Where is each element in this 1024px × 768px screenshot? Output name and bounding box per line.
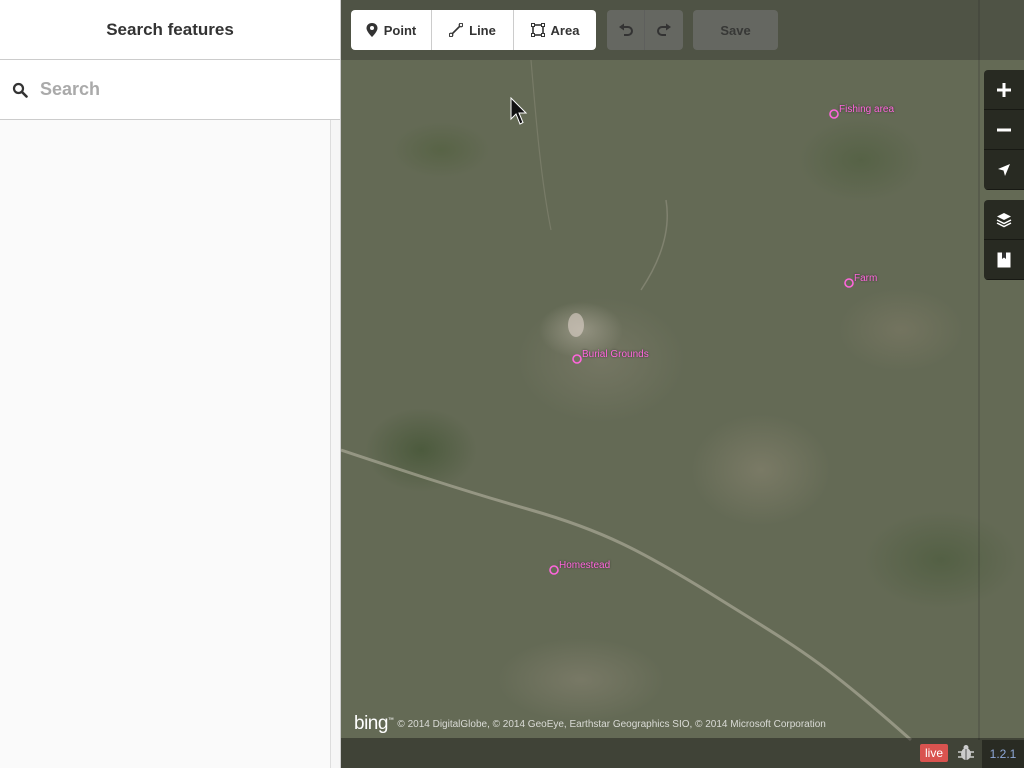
map-controls xyxy=(984,70,1024,290)
add-point-button[interactable]: Point xyxy=(351,10,432,50)
search-input[interactable] xyxy=(40,79,320,100)
mode-buttons: Point Line Area xyxy=(351,10,596,50)
feature-homestead[interactable]: Homestead xyxy=(548,560,610,581)
geolocate-button[interactable] xyxy=(984,150,1024,190)
area-icon xyxy=(530,23,545,37)
geolocate-icon xyxy=(998,163,1010,176)
sidebar-header: Search features xyxy=(0,0,340,60)
feature-label: Fishing area xyxy=(839,104,895,115)
zoom-out-button[interactable] xyxy=(984,110,1024,150)
feature-label: Farm xyxy=(854,273,878,284)
add-area-label: Area xyxy=(550,22,580,38)
undo-button[interactable] xyxy=(607,10,645,50)
bug-icon[interactable] xyxy=(957,744,975,762)
add-line-button[interactable]: Line xyxy=(432,10,514,50)
save-button[interactable]: Save xyxy=(693,10,778,50)
search-row xyxy=(0,60,340,120)
redo-button[interactable] xyxy=(645,10,683,50)
map-data-button[interactable] xyxy=(984,240,1024,280)
top-toolbar: Point Line Area Save xyxy=(341,0,1024,60)
line-icon xyxy=(449,23,464,37)
mouse-cursor-icon xyxy=(510,97,528,125)
feature-burial-grounds[interactable]: Burial Grounds xyxy=(571,349,649,370)
background-layers-button[interactable] xyxy=(984,200,1024,240)
add-point-label: Point xyxy=(383,22,417,38)
map-data-icon xyxy=(997,252,1011,267)
feature-label: Burial Grounds xyxy=(582,349,649,360)
redo-icon xyxy=(657,23,671,36)
search-icon xyxy=(12,82,28,98)
zoom-controls xyxy=(984,70,1024,190)
feature-sidebar: Search features xyxy=(0,0,341,768)
feature-label: Homestead xyxy=(559,560,611,571)
zoom-in-icon xyxy=(997,82,1011,97)
version-label[interactable]: 1.2.1 xyxy=(982,740,1024,768)
feature-farm[interactable]: Farm xyxy=(843,273,877,294)
map-canvas[interactable]: Fishing area Farm Burial Grounds Homeste… xyxy=(341,0,1024,768)
zoom-out-icon xyxy=(997,128,1011,131)
history-buttons xyxy=(607,10,683,50)
bing-logo[interactable]: bing™ xyxy=(354,713,394,735)
layers-icon xyxy=(996,212,1012,227)
add-area-button[interactable]: Area xyxy=(514,10,596,50)
attribution-text: © 2014 DigitalGlobe, © 2014 GeoEye, Eart… xyxy=(397,718,826,730)
sidebar-title: Search features xyxy=(106,19,234,39)
results-list xyxy=(0,120,331,768)
point-marker-icon xyxy=(366,23,378,37)
undo-icon xyxy=(618,23,633,36)
zoom-in-button[interactable] xyxy=(984,70,1024,110)
panel-controls xyxy=(984,200,1024,280)
feature-fishing-area[interactable]: Fishing area xyxy=(828,104,894,125)
map-imagery xyxy=(341,0,980,742)
add-line-label: Line xyxy=(469,22,496,38)
imagery-attribution: bing™ © 2014 DigitalGlobe, © 2014 GeoEye… xyxy=(354,713,826,735)
live-badge[interactable]: live xyxy=(920,744,949,762)
